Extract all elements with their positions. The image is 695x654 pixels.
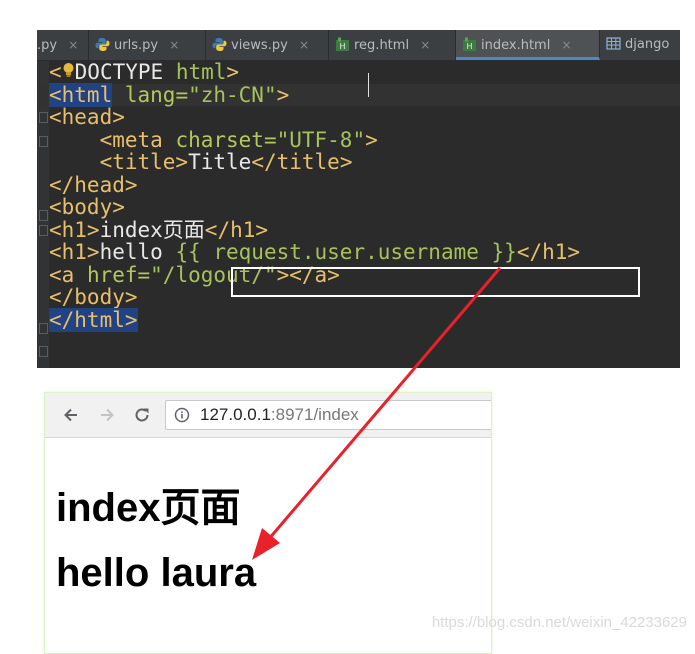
text-caret xyxy=(368,73,369,97)
fold-marker[interactable] xyxy=(39,346,48,357)
code-line-4: <meta charset="UTF-8"> xyxy=(49,127,378,152)
annotation-box xyxy=(231,267,640,297)
doctype-open: < xyxy=(49,60,62,84)
doctype-keyword: DOCTYPE xyxy=(74,60,176,84)
title-text: Title xyxy=(188,150,252,174)
doctype-html: html xyxy=(175,60,227,84)
fold-marker[interactable] xyxy=(39,112,48,123)
fold-marker[interactable] xyxy=(39,210,48,221)
h1-close-tag: </h1> xyxy=(204,217,269,242)
database-table-icon xyxy=(606,37,621,50)
tab-urls-py[interactable]: urls.py × xyxy=(89,30,206,60)
h1-close-tag: </h1> xyxy=(516,240,581,264)
charset-value: "UTF-8" xyxy=(276,127,366,152)
code-line-1: < DOCTYPE html> xyxy=(49,61,239,84)
code-line-3: <head> xyxy=(49,106,125,129)
head-open-tag: <head> xyxy=(49,105,125,129)
close-icon[interactable]: × xyxy=(169,30,179,60)
html-file-icon: H xyxy=(336,37,349,51)
h1-open-tag: <h1> xyxy=(49,217,100,242)
back-arrow-icon[interactable] xyxy=(61,405,81,425)
doctype-close: > xyxy=(226,60,240,84)
url-host: 127.0.0.1 xyxy=(200,405,271,424)
tab-index-html[interactable]: H index.html × xyxy=(456,30,600,60)
tab-django[interactable]: django xyxy=(600,30,680,60)
fold-marker[interactable] xyxy=(39,225,48,236)
browser-toolbar: 127.0.0.1:8971/index xyxy=(45,393,491,438)
tab-label: reg.html xyxy=(354,38,410,53)
lang-attr: lang= xyxy=(124,82,189,107)
lightbulb-icon[interactable] xyxy=(62,62,75,78)
watermark: https://blog.csdn.net/weixin_42233629 xyxy=(431,614,687,631)
template-variable: {{ request.user.username }} xyxy=(175,240,517,264)
svg-text:H: H xyxy=(339,42,345,51)
reload-icon[interactable] xyxy=(132,405,152,425)
code-line-2: <html lang="zh-CN"> xyxy=(37,82,680,107)
head-close-tag: </head> xyxy=(49,172,138,197)
close-icon[interactable]: × xyxy=(299,30,309,60)
html-open-tag: <html xyxy=(49,82,113,107)
title-open-tag: <title> xyxy=(99,150,189,174)
html-close-tag: </html> xyxy=(49,307,138,332)
page-heading-index: index页面 xyxy=(56,486,241,530)
h1-open-tag: <h1> xyxy=(49,240,100,264)
editor-tab-bar: .py × urls.py × views.py × H reg.html × xyxy=(37,30,680,61)
title-close-tag: </title> xyxy=(251,150,353,174)
code-line-9: <h1>hello {{ request.user.username }}</h… xyxy=(49,241,580,264)
tab-label: views.py xyxy=(231,38,288,53)
code-line-5: <title>Title</title> xyxy=(49,150,353,174)
tab-reg-html[interactable]: H reg.html × xyxy=(329,30,456,60)
meta-close: > xyxy=(365,127,378,152)
body-open-tag: <body> xyxy=(49,195,125,219)
browser-window: 127.0.0.1:8971/index index页面 hello laura xyxy=(44,392,492,654)
close-icon[interactable]: × xyxy=(68,30,78,60)
html-open-close: > xyxy=(276,82,290,107)
lang-value: "zh-CN" xyxy=(188,82,277,107)
code-line-8: <h1>index页面</h1> xyxy=(49,217,269,242)
forward-arrow-icon[interactable] xyxy=(97,405,117,425)
h1-text: index页面 xyxy=(99,217,205,242)
tab-label: urls.py xyxy=(114,38,159,53)
fold-marker[interactable] xyxy=(39,136,48,147)
close-icon[interactable]: × xyxy=(561,30,571,60)
close-icon[interactable]: × xyxy=(420,30,430,60)
tab-label: index.html xyxy=(481,38,551,53)
info-icon[interactable] xyxy=(174,407,190,423)
href-attr: href= xyxy=(86,262,151,287)
url-path: :8971/index xyxy=(270,405,359,424)
body-close-tag: </body> xyxy=(49,285,138,309)
code-editor: .py × urls.py × views.py × H reg.html × xyxy=(37,30,680,368)
code-line-11: </body> xyxy=(49,286,138,309)
code-line-7: <body> xyxy=(49,196,125,219)
url-text: 127.0.0.1:8971/index xyxy=(200,401,359,429)
svg-text:H: H xyxy=(466,42,472,51)
tab-views-py[interactable]: views.py × xyxy=(206,30,329,60)
page-heading-hello: hello laura xyxy=(56,551,257,595)
code-line-6: </head> xyxy=(49,172,138,197)
meta-tag: <meta xyxy=(99,127,176,152)
editor-gutter xyxy=(37,61,49,368)
html-file-icon: H xyxy=(463,37,476,51)
tab-label: .py xyxy=(37,38,58,53)
tab-label: django xyxy=(625,37,670,52)
python-file-icon xyxy=(212,38,227,51)
code-line-12: </html> xyxy=(49,307,138,332)
python-file-icon xyxy=(95,38,110,51)
tab-py[interactable]: .py × xyxy=(37,30,89,60)
code-area[interactable]: < DOCTYPE html> <html lang="zh-CN"> <head… xyxy=(37,61,680,368)
address-bar[interactable]: 127.0.0.1:8971/index xyxy=(165,400,491,430)
charset-attr: charset= xyxy=(175,127,277,152)
fold-marker[interactable] xyxy=(39,323,48,334)
anchor-tag: <a xyxy=(49,262,87,287)
hello-text: hello xyxy=(99,240,176,264)
